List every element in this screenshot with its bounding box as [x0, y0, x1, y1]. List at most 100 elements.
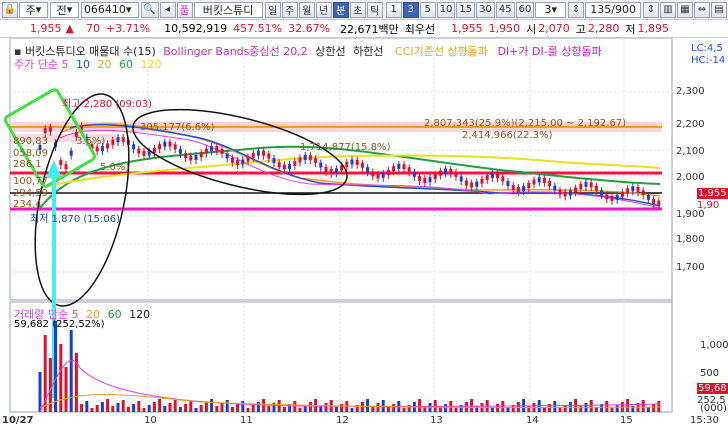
candle-body [329, 168, 333, 174]
volume-bar [605, 401, 609, 412]
candle-body [173, 144, 177, 150]
stock-name-label: 버킷스튜디 [202, 3, 254, 17]
high-label: 고 [575, 22, 586, 36]
period-button[interactable]: 주 [281, 1, 298, 18]
prev-select[interactable]: 전 ▾ [49, 1, 79, 18]
stock-code-value: 066410 [83, 3, 126, 16]
star-icon[interactable]: 품 [176, 1, 193, 18]
left-profile-2: 058,09 [13, 148, 48, 159]
candle-body [433, 174, 437, 180]
candle-body [563, 191, 567, 197]
lower-band-label: 하한선 [353, 45, 384, 58]
scroll-icon[interactable]: ⇔ [694, 1, 710, 18]
time-tick: 12 [336, 415, 349, 426]
left-profile-4: 100,77 [13, 176, 48, 187]
volume-bar [646, 407, 650, 412]
period-button[interactable]: 초 [349, 1, 366, 18]
page-count-value: 135/900 [590, 3, 636, 16]
page-count-field[interactable]: 135/900 [585, 1, 641, 18]
interval-button[interactable]: 15 [456, 1, 476, 18]
interval-button[interactable]: 5 [419, 1, 436, 18]
layout-icon[interactable]: ▥ [660, 1, 676, 18]
volume-bar [615, 405, 619, 412]
candle-body [324, 166, 328, 172]
candle-body [298, 157, 302, 163]
period-button[interactable]: 년 [315, 1, 332, 18]
candle-body [95, 146, 99, 152]
trade-amount: 22,671백만 [340, 22, 399, 36]
chart-type-select[interactable]: 주 ▾ [19, 1, 48, 18]
price-tick: 1,800 [676, 234, 705, 245]
candle-body [116, 137, 120, 143]
candle-body [314, 158, 318, 164]
candle-body [168, 141, 172, 147]
candle-body [454, 171, 458, 177]
interval-button[interactable]: 3 [402, 1, 419, 18]
interval-button[interactable]: 45 [495, 1, 515, 18]
volume-bar [236, 404, 240, 412]
stepper-icon[interactable]: ⇕ [643, 1, 659, 18]
ma-legend: 주가 단순 5 10 20 60 120 [14, 56, 161, 72]
candle-body [256, 150, 260, 156]
ma10-label: 10 [75, 58, 90, 71]
interval-button[interactable]: 60 [515, 1, 535, 18]
volume-bar [126, 407, 130, 412]
ma60-label: 60 [118, 58, 133, 71]
interval-button[interactable]: 10 [436, 1, 456, 18]
period-button[interactable]: 분 [332, 1, 349, 18]
candle-body [485, 175, 489, 181]
volume-bar [246, 408, 250, 412]
left-profile-1b: 3.6%) [76, 136, 106, 147]
volume-profile-4: 305,177(6.6%) [140, 122, 215, 133]
candle-body [626, 188, 630, 194]
interval-stepper[interactable]: ⇕ [568, 1, 585, 18]
candle-body [194, 155, 198, 161]
di-label: DI+가 DI-를 상향돌파 [497, 45, 602, 58]
chart-panel[interactable]: ▪ 버킷스튜디오 매물대 수(15) Bollinger Bands중심선 20… [0, 37, 728, 429]
volume-bar [210, 399, 214, 412]
period-button[interactable]: 일 [264, 1, 281, 18]
price-tick: 2,100 [676, 146, 705, 157]
candle-body [641, 190, 645, 196]
left-arrow-icon[interactable]: ◂ [159, 1, 176, 18]
volume-bar [163, 406, 167, 412]
upper-band-label: 상한선 [315, 45, 346, 58]
candle-body [371, 171, 375, 177]
candle-body [262, 150, 266, 156]
chart-type-label: 주 [25, 3, 36, 17]
candle-body [584, 181, 588, 187]
period-button[interactable]: 틱 [366, 1, 383, 18]
volume-bar [241, 401, 245, 412]
candle-body [542, 177, 546, 183]
candle-body [230, 157, 234, 163]
candle-body [438, 170, 442, 176]
candle-body [470, 182, 474, 188]
volume-bar [293, 401, 297, 412]
candle-body [506, 181, 510, 187]
candle-body [511, 185, 515, 191]
candle-body [605, 194, 609, 200]
search-icon[interactable]: 🔍 [140, 1, 159, 18]
best-bid: 1,950 [488, 22, 521, 35]
volume-bar [116, 403, 120, 412]
period-button[interactable]: 월 [298, 1, 315, 18]
volume-max-annotation: 59,682 (252,52%) [14, 319, 104, 330]
chart-toolbar: 🔒 주 ▾ 전 ▾ 066410 ▾ 🔍 ◂ 품 버킷스튜디 일주월년분초틱 1351… [0, 0, 728, 20]
candle-body [246, 156, 250, 162]
volume-tick: 1,000 [700, 340, 728, 351]
print-icon[interactable]: ▤ [711, 1, 727, 18]
stock-code-input[interactable]: 066410 ▾ [80, 1, 139, 18]
candle-body [267, 153, 271, 159]
volume-bar [194, 408, 198, 412]
volume-percent: 457.51% [233, 22, 283, 35]
candle-body [657, 200, 661, 206]
interval-select[interactable]: 3 ▾ [535, 1, 567, 18]
lock-icon[interactable]: 🔒 [2, 1, 18, 18]
volume-max-value: 59,682 [14, 319, 49, 330]
interval-button[interactable]: 30 [476, 1, 495, 18]
interval-button[interactable]: 1 [385, 1, 402, 18]
cci-label: CCI기준선 상향돌파 [395, 45, 488, 58]
volume-bar [392, 404, 396, 412]
candle-body [334, 168, 338, 174]
grid-icon[interactable]: ▦ [677, 1, 693, 18]
